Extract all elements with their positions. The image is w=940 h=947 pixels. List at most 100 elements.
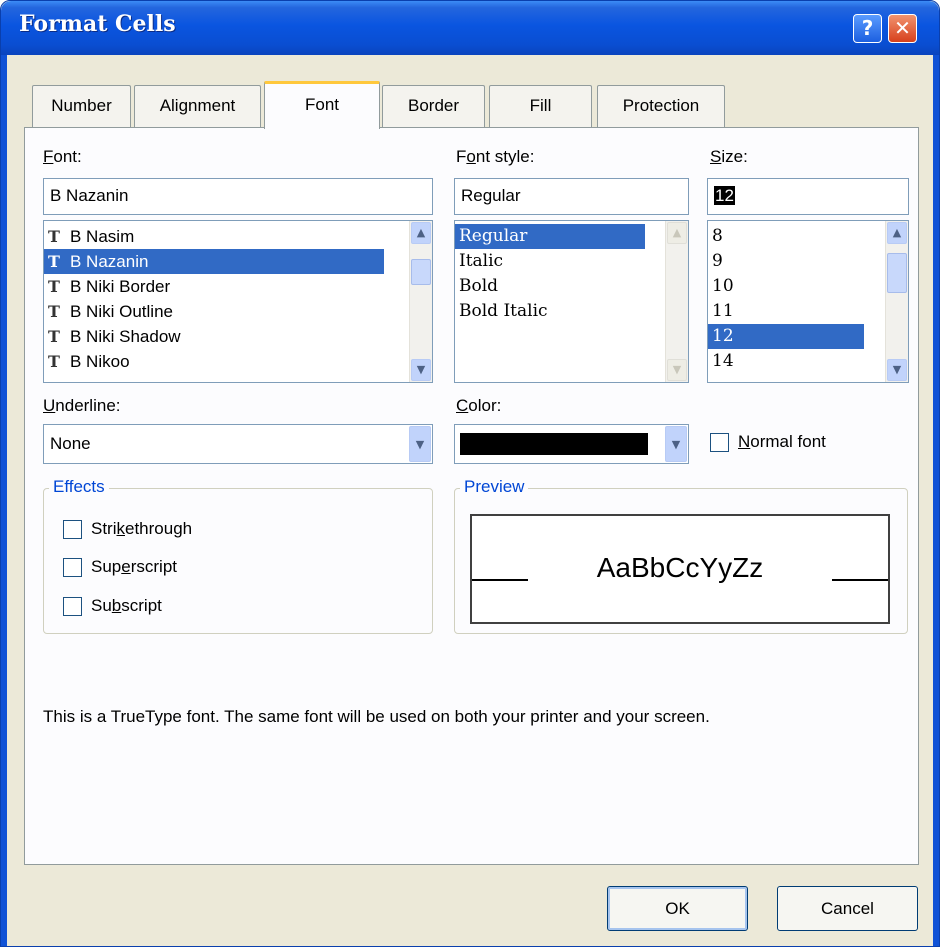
truetype-icon: T: [48, 352, 60, 371]
list-item-label: B Nikoo: [70, 352, 130, 371]
truetype-icon: T: [48, 302, 60, 321]
list-item-label: 11: [712, 301, 734, 321]
dropdown-button[interactable]: ▼: [665, 426, 687, 462]
list-item-label: 10: [712, 276, 734, 296]
tab-fill[interactable]: Fill: [489, 85, 592, 127]
format-cells-dialog: Format Cells ? ✕ Number Alignment Font B…: [0, 0, 940, 947]
chevron-down-icon: ▼: [892, 363, 902, 376]
font-style-list-item[interactable]: Bold: [455, 274, 645, 299]
window-frame-left: [1, 55, 7, 946]
chevron-up-icon: ▲: [672, 226, 682, 239]
tab-font-label: Font: [304, 95, 340, 114]
color-swatch: [460, 433, 648, 455]
tab-number-label: Number: [51, 96, 112, 115]
color-dropdown[interactable]: ▼: [454, 424, 689, 464]
normal-font-label[interactable]: Normal font: [738, 432, 826, 452]
color-label: Color:: [456, 396, 502, 415]
list-item-label: B Niki Shadow: [70, 327, 181, 346]
truetype-icon: T: [48, 227, 60, 246]
help-button[interactable]: ?: [853, 14, 882, 43]
size-label: Size:: [710, 147, 748, 166]
strikethrough-checkbox[interactable]: [63, 520, 82, 539]
size-list-item[interactable]: 12: [708, 324, 864, 349]
cancel-button[interactable]: Cancel: [777, 886, 918, 931]
font-list[interactable]: T B Nasim T B Nazanin T B Niki Border T B Niki …: [43, 220, 433, 383]
subscript-checkbox[interactable]: [63, 597, 82, 616]
chevron-down-icon: ▼: [671, 438, 681, 451]
subscript-label[interactable]: Subscript: [91, 596, 162, 616]
scroll-up-button[interactable]: ▲: [411, 222, 431, 244]
strikethrough-label[interactable]: Strikethrough: [91, 519, 192, 539]
scroll-up-button[interactable]: ▲: [887, 222, 907, 244]
tab-protection[interactable]: Protection: [597, 85, 725, 127]
scroll-down-button[interactable]: ▼: [667, 359, 687, 381]
preview-title: Preview: [460, 477, 529, 497]
size-list-scrollbar[interactable]: ▲ ▼: [885, 221, 908, 382]
font-label: Font:: [43, 147, 82, 166]
window-title: Format Cells: [19, 11, 176, 37]
scroll-thumb[interactable]: [411, 259, 431, 285]
font-style-input[interactable]: Regular: [454, 178, 689, 215]
underline-dropdown[interactable]: None ▼: [43, 424, 433, 464]
tab-border-label: Border: [407, 96, 460, 115]
chevron-down-icon: ▼: [415, 438, 425, 451]
effects-title: Effects: [49, 477, 109, 497]
list-item-label: B Nazanin: [70, 252, 149, 271]
size-input-value: 12: [714, 186, 735, 205]
size-input[interactable]: 12: [707, 178, 909, 215]
title-bar[interactable]: Format Cells ? ✕: [1, 1, 939, 55]
size-list-item[interactable]: 14: [708, 349, 864, 374]
truetype-icon: T: [48, 277, 60, 296]
dropdown-button[interactable]: ▼: [409, 426, 431, 462]
font-list-item[interactable]: T B Niki Outline: [44, 299, 384, 324]
list-item-label: 9: [712, 251, 723, 271]
font-style-scrollbar[interactable]: ▲ ▼: [665, 221, 688, 382]
chevron-up-icon: ▲: [416, 226, 426, 239]
size-list-item[interactable]: 11: [708, 299, 864, 324]
font-name-input[interactable]: B Nazanin: [43, 178, 433, 215]
preview-box: AaBbCcYyZz: [470, 514, 890, 624]
font-style-list-item[interactable]: Bold Italic: [455, 299, 645, 324]
font-style-label: Font style:: [456, 147, 535, 166]
scroll-thumb[interactable]: [887, 253, 907, 293]
font-list-item[interactable]: T B Niki Shadow: [44, 324, 384, 349]
font-style-list-item[interactable]: Regular: [455, 224, 645, 249]
font-style-list-item[interactable]: Italic: [455, 249, 645, 274]
truetype-icon: T: [48, 327, 60, 346]
list-item-label: Bold Italic: [459, 301, 548, 321]
scroll-down-button[interactable]: ▼: [887, 359, 907, 381]
close-button[interactable]: ✕: [888, 14, 917, 43]
superscript-label[interactable]: Superscript: [91, 557, 177, 577]
window-frame-right: [933, 55, 939, 946]
font-list-item[interactable]: T B Nikoo: [44, 349, 384, 374]
size-list-item[interactable]: 8: [708, 224, 864, 249]
list-item-label: B Niki Border: [70, 277, 171, 296]
chevron-up-icon: ▲: [892, 226, 902, 239]
list-item-label: B Nasim: [70, 227, 135, 246]
ok-button[interactable]: OK: [607, 886, 748, 931]
list-item-label: Bold: [459, 276, 499, 296]
question-icon: ?: [861, 16, 874, 40]
tab-border[interactable]: Border: [382, 85, 485, 127]
scroll-up-button[interactable]: ▲: [667, 222, 687, 244]
font-list-scrollbar[interactable]: ▲ ▼: [409, 221, 432, 382]
scroll-down-button[interactable]: ▼: [411, 359, 431, 381]
tab-alignment[interactable]: Alignment: [134, 85, 261, 127]
font-list-item[interactable]: T B Niki Border: [44, 274, 384, 299]
font-style-list[interactable]: Regular Italic Bold Bold Italic ▲ ▼: [454, 220, 689, 383]
size-list-item[interactable]: 9: [708, 249, 864, 274]
list-item-label: B Niki Outline: [70, 302, 173, 321]
tab-font[interactable]: Font: [264, 81, 380, 129]
list-item-label: Italic: [459, 251, 504, 271]
font-list-item[interactable]: T B Nasim: [44, 224, 384, 249]
close-icon: ✕: [894, 16, 911, 40]
chevron-down-icon: ▼: [672, 363, 682, 376]
size-list[interactable]: 8 9 10 11 12 14 ▲ ▼: [707, 220, 909, 383]
font-list-item[interactable]: T B Nazanin: [44, 249, 384, 274]
superscript-checkbox[interactable]: [63, 558, 82, 577]
normal-font-checkbox[interactable]: [710, 433, 729, 452]
tab-number[interactable]: Number: [32, 85, 131, 127]
underline-label: Underline:: [43, 396, 121, 415]
font-info-text: This is a TrueType font. The same font w…: [43, 707, 710, 726]
size-list-item[interactable]: 10: [708, 274, 864, 299]
